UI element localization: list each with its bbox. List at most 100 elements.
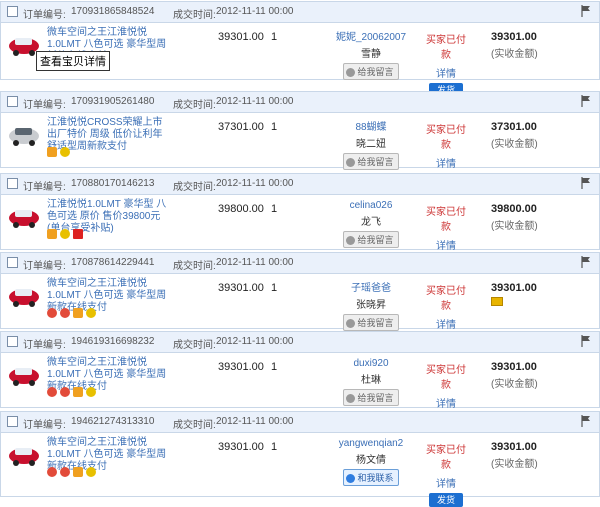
order-checkbox[interactable]	[7, 6, 18, 17]
buyer-name-link[interactable]: 88蝴蝶	[355, 122, 386, 133]
order-no-label: 订单编号:	[23, 420, 66, 431]
deal-time-label: 成交时间:	[173, 182, 216, 193]
buyer-name-link[interactable]: 子瑶爸爸	[351, 283, 391, 294]
car-thumbnail[interactable]	[7, 439, 41, 469]
promo-icon	[73, 308, 83, 319]
order-card: 订单编号: 170880170146213 成交时间: 2012-11-11 0…	[0, 173, 600, 269]
chat-icon	[346, 319, 356, 329]
promo-icon	[73, 387, 83, 398]
order-no: 170878614229441	[71, 257, 155, 268]
quantity: 1	[271, 361, 278, 373]
order-header: 订单编号: 194621274313310 成交时间: 2012-11-11 0…	[1, 412, 599, 433]
buyer-name-link[interactable]: duxi920	[353, 358, 388, 369]
ship-button[interactable]: 发货	[429, 493, 463, 507]
deal-time: 2012-11-11 00:00	[216, 96, 294, 107]
contact-label: 和我联系	[357, 473, 394, 483]
order-checkbox[interactable]	[7, 257, 18, 268]
order-no-label: 订单编号:	[23, 182, 66, 193]
order-checkbox[interactable]	[7, 416, 18, 427]
details-link[interactable]: 详情	[426, 316, 466, 331]
order-status: 买家已付款	[426, 286, 466, 312]
order-status: 买家已付款	[426, 445, 466, 471]
message-button[interactable]: 给我留言	[343, 231, 399, 248]
order-no-label: 订单编号:	[23, 261, 66, 272]
order-no: 170931865848524	[71, 6, 155, 17]
total-cell: 39301.00 (实收金额)	[491, 361, 561, 390]
details-link[interactable]: 详情	[426, 475, 466, 490]
item-tooltip: 查看宝贝详情	[36, 51, 110, 71]
message-button[interactable]: 给我留言	[343, 153, 399, 170]
buyer-name-link[interactable]: 妮妮_20062007	[336, 32, 406, 43]
order-no: 170880170146213	[71, 178, 155, 189]
buyer-name-link[interactable]: yangwenqian2	[339, 438, 404, 449]
buyer-cell: duxi920 杜琳 给我留言	[331, 358, 411, 406]
total-amount: 39800.00	[491, 203, 537, 215]
total-amount: 39301.00	[491, 441, 537, 453]
flag-icon[interactable]	[581, 5, 591, 17]
deal-time: 2012-11-11 00:00	[216, 416, 294, 427]
quantity: 1	[271, 31, 278, 43]
unit-price: 39301.00	[218, 441, 264, 453]
deal-time: 2012-11-11 00:00	[216, 257, 294, 268]
order-card: 订单编号: 170878614229441 成交时间: 2012-11-11 0…	[0, 252, 600, 348]
order-checkbox[interactable]	[7, 336, 18, 347]
buyer-cell: celina026 龙飞 给我留言	[331, 200, 411, 248]
order-checkbox[interactable]	[7, 96, 18, 107]
deal-time: 2012-11-11 00:00	[216, 178, 294, 189]
details-link[interactable]: 详情	[426, 65, 466, 80]
order-no: 194621274313310	[71, 416, 155, 427]
chat-icon	[346, 474, 356, 484]
buyer-cell: 88蝴蝶 晓二妞 给我留言	[331, 118, 411, 170]
flag-icon[interactable]	[581, 335, 591, 347]
total-cell: 39301.00	[491, 282, 561, 309]
message-label: 给我留言	[357, 67, 394, 77]
flag-icon[interactable]	[581, 256, 591, 268]
buyer-nick: 杨文倩	[356, 455, 386, 466]
order-status: 买家已付款	[426, 125, 466, 151]
flower-icon	[47, 308, 57, 319]
sun-icon	[60, 229, 70, 240]
order-no-label: 订单编号:	[23, 10, 66, 21]
order-header: 订单编号: 170878614229441 成交时间: 2012-11-11 0…	[1, 253, 599, 274]
total-amount: 39301.00	[491, 282, 537, 294]
flag-icon[interactable]	[581, 95, 591, 107]
contact-button[interactable]: 和我联系	[343, 469, 399, 486]
buyer-nick: 雪静	[361, 49, 381, 60]
badge-icon	[73, 229, 83, 240]
car-thumbnail[interactable]	[7, 119, 41, 149]
status-cell: 买家已付款 详情 发货	[426, 31, 466, 97]
sun-icon	[60, 147, 70, 158]
flag-icon[interactable]	[581, 177, 591, 189]
message-button[interactable]: 给我留言	[343, 63, 399, 80]
total-note: (实收金额)	[491, 221, 538, 232]
total-note: (实收金额)	[491, 139, 538, 150]
message-label: 给我留言	[357, 318, 394, 328]
buyer-name-link[interactable]: celina026	[350, 200, 393, 211]
details-link[interactable]: 详情	[426, 237, 466, 252]
deal-time-label: 成交时间:	[173, 340, 216, 351]
promo-icon	[73, 467, 83, 478]
message-label: 给我留言	[357, 393, 394, 403]
details-link[interactable]: 详情	[426, 155, 466, 170]
card-icon	[491, 297, 503, 306]
service-icons	[47, 307, 99, 319]
status-cell: 买家已付款 详情 发货	[426, 441, 466, 507]
order-checkbox[interactable]	[7, 178, 18, 189]
message-button[interactable]: 给我留言	[343, 389, 399, 406]
chat-icon	[346, 68, 356, 78]
total-cell: 39800.00 (实收金额)	[491, 203, 561, 232]
flag-icon[interactable]	[581, 415, 591, 427]
buyer-nick: 晓二妞	[356, 139, 386, 150]
car-thumbnail[interactable]	[7, 201, 41, 231]
quantity: 1	[271, 282, 278, 294]
details-link[interactable]: 详情	[426, 395, 466, 410]
deal-time-label: 成交时间:	[173, 10, 216, 21]
message-button[interactable]: 给我留言	[343, 314, 399, 331]
buyer-cell: 妮妮_20062007 雪静 给我留言	[331, 28, 411, 80]
sun-icon	[86, 467, 96, 478]
car-thumbnail[interactable]	[7, 359, 41, 389]
total-cell: 39301.00 (实收金额)	[491, 31, 561, 60]
deal-time: 2012-11-11 00:00	[216, 6, 294, 17]
car-thumbnail[interactable]	[7, 280, 41, 310]
deal-time-label: 成交时间:	[173, 420, 216, 431]
